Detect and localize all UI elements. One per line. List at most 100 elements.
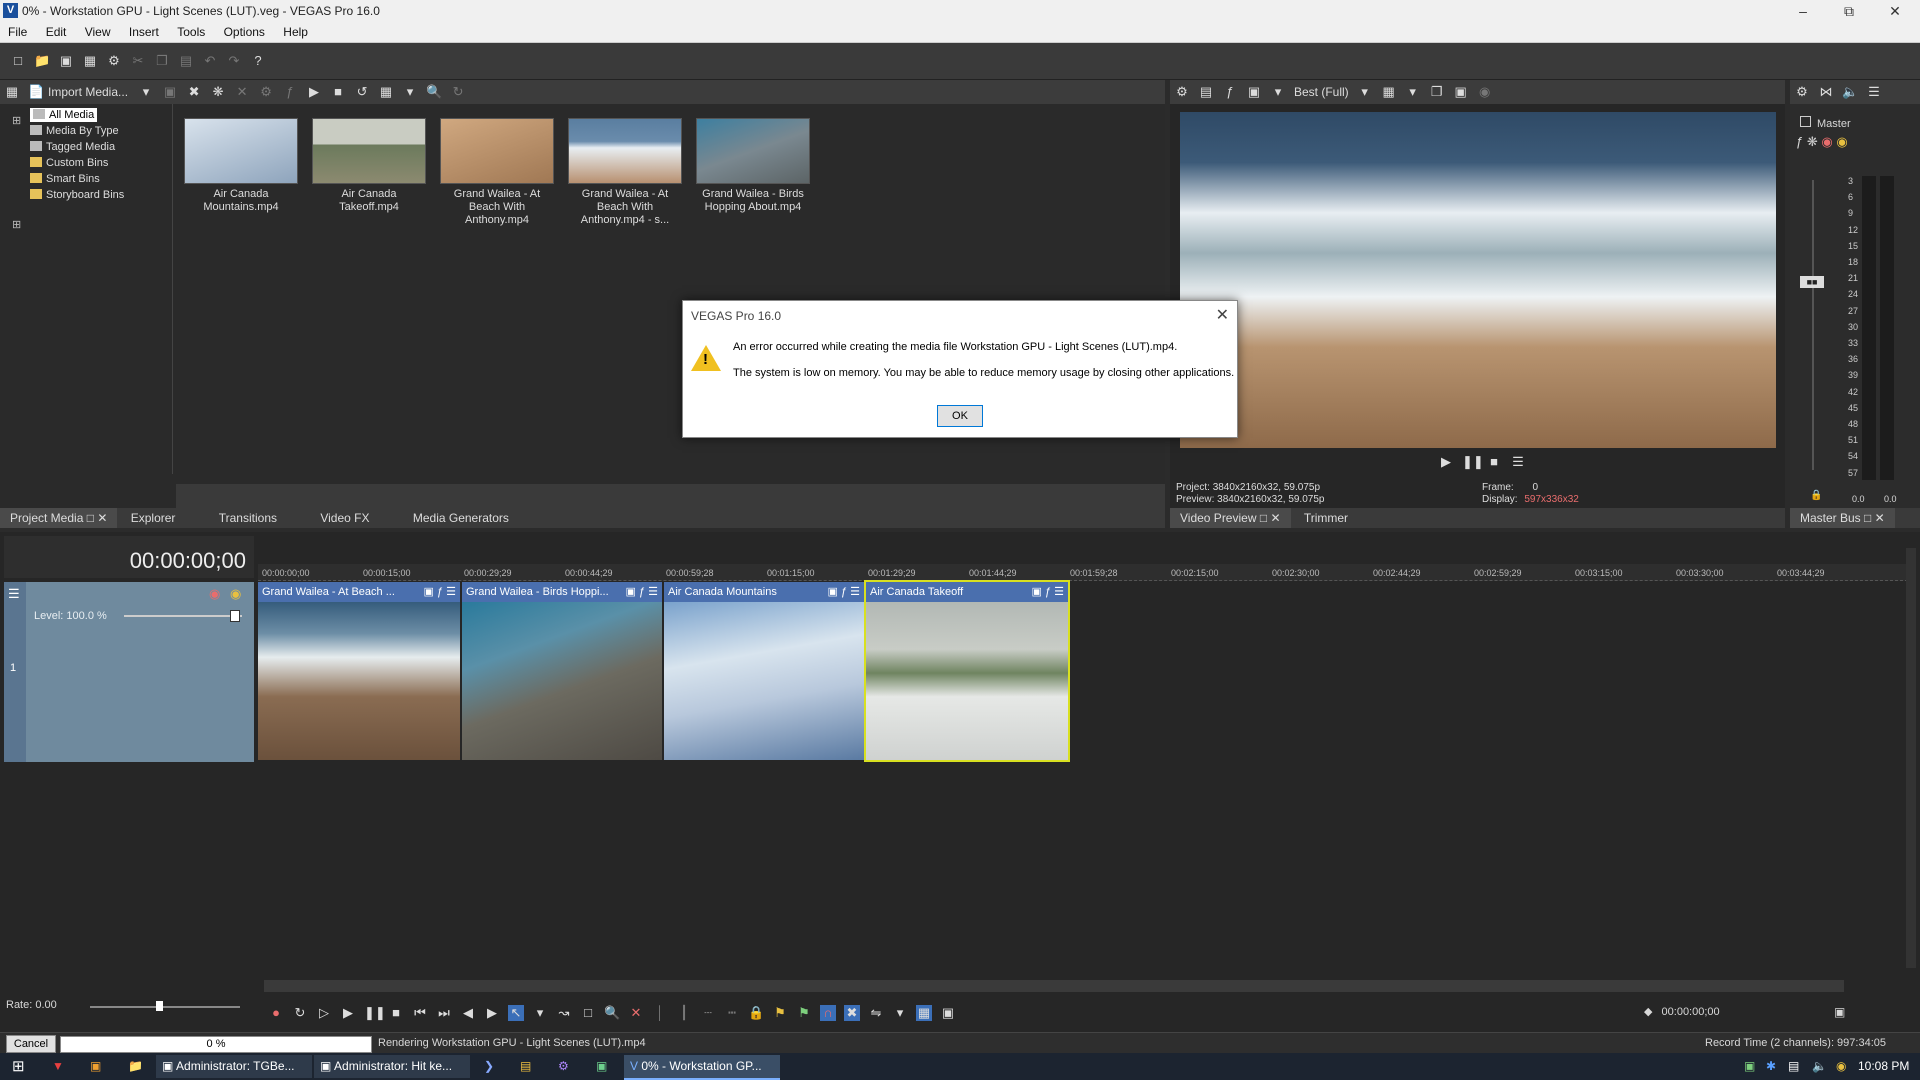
ignore-grouping-icon[interactable]: ▣ [940, 1005, 956, 1021]
cancel-button[interactable]: Cancel [6, 1035, 56, 1053]
normal-edit-tool-icon[interactable]: ↖ [508, 1005, 524, 1021]
tree-expand-icon[interactable]: ⊞ [12, 114, 21, 127]
lock-icon[interactable]: 🔒 [1810, 490, 1822, 501]
app-icon[interactable]: ▣ [84, 1055, 101, 1078]
new-file-icon[interactable]: □ [10, 53, 26, 69]
timeline-clip[interactable]: Grand Wailea - At Beach ... ▣ ƒ ☰ [258, 582, 460, 760]
tab-explorer[interactable]: Explorer [121, 508, 186, 528]
go-to-start-icon[interactable]: ⏮ [412, 1005, 428, 1021]
save-as-icon[interactable]: ▦ [82, 53, 98, 69]
media-thumb[interactable]: Air Canada Takeoff.mp4 [312, 118, 426, 214]
chrome-icon[interactable]: ◉ [1830, 1055, 1846, 1078]
clip-icons[interactable]: ▣ ƒ ☰ [828, 582, 860, 602]
level-slider-track[interactable] [124, 615, 242, 617]
grid-view-icon[interactable]: ▦ [378, 84, 394, 100]
app-icon[interactable]: ▣ [590, 1055, 607, 1078]
tab-transitions[interactable]: Transitions [209, 508, 287, 528]
tab-video-preview[interactable]: Video Preview □ ✕ [1170, 508, 1291, 528]
tree-item-custom-bins[interactable]: Custom Bins [30, 156, 108, 170]
notes-icon[interactable]: ▤ [514, 1055, 531, 1078]
media-scrollbar[interactable] [176, 484, 1165, 508]
taskbar-item[interactable]: ▣ Administrator: Hit ke... [314, 1055, 470, 1078]
search-icon[interactable]: 🔍 [426, 84, 442, 100]
lock-envelopes-icon[interactable]: ▦ [916, 1005, 932, 1021]
clip-icons[interactable]: ▣ ƒ ☰ [1032, 582, 1064, 602]
tab-video-fx[interactable]: Video FX [310, 508, 379, 528]
next-frame-icon[interactable]: ▶ [484, 1005, 500, 1021]
gear-icon[interactable]: ⚙ [1174, 84, 1190, 100]
windows-start-icon[interactable]: ⊞ [6, 1055, 25, 1078]
media-fx-icon[interactable]: ❋ [210, 84, 226, 100]
menu-insert[interactable]: Insert [121, 22, 166, 39]
menu-file[interactable]: File [0, 22, 34, 39]
menu-icon[interactable]: ☰ [8, 586, 20, 602]
selection-tool-icon[interactable]: □ [580, 1005, 596, 1021]
snapping-icon[interactable]: ∩ [820, 1005, 836, 1021]
properties-icon[interactable]: ⚙ [258, 84, 274, 100]
tab-media-generators[interactable]: Media Generators [403, 508, 519, 528]
chevron-down-icon[interactable]: ▾ [1270, 84, 1286, 100]
clip-header[interactable]: Air Canada Takeoff ▣ ƒ ☰ [866, 582, 1068, 602]
split-screen-icon[interactable]: ▤ [1198, 84, 1214, 100]
menu-help[interactable]: Help [275, 22, 315, 39]
tab-master-bus[interactable]: Master Bus □ ✕ [1790, 508, 1895, 528]
timeline-clip[interactable]: Air Canada Mountains ▣ ƒ ☰ [664, 582, 864, 760]
remove-media-icon[interactable]: ✖ [186, 84, 202, 100]
tree-item-tagged-media[interactable]: Tagged Media [30, 140, 115, 154]
external-monitor-icon[interactable]: ▣ [1246, 84, 1262, 100]
plugin-chain-icon[interactable]: ❋ [1807, 134, 1818, 149]
tab-project-media[interactable]: Project Media □ ✕ [0, 508, 118, 528]
split-icon[interactable]: ┃ [676, 1005, 692, 1021]
taskbar-item-vegas[interactable]: V 0% - Workstation GP... [624, 1055, 780, 1080]
trim-icon[interactable]: │ [652, 1005, 668, 1021]
solo-icon[interactable]: ◉ [230, 586, 241, 602]
ok-button[interactable]: OK [937, 405, 983, 427]
play-icon[interactable]: ▶ [340, 1005, 356, 1021]
preview-quality-select[interactable]: Best (Full) [1294, 85, 1349, 99]
checkbox-icon[interactable] [1800, 116, 1811, 127]
clip-header[interactable]: Grand Wailea - Birds Hoppi... ▣ ƒ ☰ [462, 582, 662, 602]
close-icon[interactable]: ✕ [1875, 511, 1885, 525]
gear-icon[interactable]: ⚙ [106, 53, 122, 69]
help-pointer-icon[interactable]: ? [250, 53, 266, 69]
close-icon[interactable]: ✕ [97, 511, 107, 525]
undo-icon[interactable]: ↶ [202, 53, 218, 69]
fx-icon[interactable]: ƒ [282, 84, 298, 100]
stop-icon[interactable]: ■ [1486, 454, 1502, 470]
close-icon[interactable]: ✕ [1872, 0, 1918, 22]
paste-icon[interactable]: ▤ [178, 53, 194, 69]
stop-icon[interactable]: ■ [388, 1005, 404, 1021]
network-icon[interactable]: ▤ [1782, 1055, 1799, 1078]
vertical-scrollbar[interactable] [1906, 548, 1916, 968]
clip-header[interactable]: Grand Wailea - At Beach ... ▣ ƒ ☰ [258, 582, 460, 602]
chevron-down-icon[interactable]: ▾ [138, 84, 154, 100]
chevron-down-icon[interactable]: ▾ [892, 1005, 908, 1021]
prev-frame-icon[interactable]: ◀ [460, 1005, 476, 1021]
nvidia-icon[interactable]: ▣ [1738, 1055, 1755, 1078]
tree-item-all-media[interactable]: All Media [30, 108, 98, 122]
views-icon[interactable]: ▦ [4, 84, 20, 100]
track-header[interactable]: ☰ 1 ◉ ◉ Level: 100.0 % [4, 582, 254, 762]
volume-icon[interactable]: 🔈 [1806, 1055, 1827, 1078]
open-folder-icon[interactable]: 📁 [34, 53, 50, 69]
chevron-down-icon[interactable]: ▾ [532, 1005, 548, 1021]
envelope-tool-icon[interactable]: ↝ [556, 1005, 572, 1021]
stop-icon[interactable]: ■ [330, 84, 346, 100]
auto-crossfade-icon[interactable]: ✖ [844, 1005, 860, 1021]
gear-icon[interactable]: ⚙ [1794, 84, 1810, 100]
clip-header[interactable]: Air Canada Mountains ▣ ƒ ☰ [664, 582, 864, 602]
region-icon[interactable]: ⚑ [796, 1005, 812, 1021]
zoom-tool-icon[interactable]: 🔍 [604, 1005, 620, 1021]
powershell-icon[interactable]: ❯ [478, 1055, 494, 1078]
minimize-icon[interactable]: – [1780, 0, 1826, 22]
ripple-edit-icon[interactable]: ⇋ [868, 1005, 884, 1021]
play-icon[interactable]: ▶ [1438, 454, 1454, 470]
tree-item-storyboard-bins[interactable]: Storyboard Bins [30, 188, 124, 202]
fader-handle[interactable]: ■■ [1800, 276, 1824, 288]
rate-slider-handle[interactable] [156, 1001, 163, 1011]
chevron-down-icon[interactable]: ▾ [402, 84, 418, 100]
record-icon[interactable]: ● [268, 1005, 284, 1021]
trim-end-icon[interactable]: ┅ [724, 1005, 740, 1021]
media-thumb[interactable]: Grand Wailea - At Beach With Anthony.mp4… [568, 118, 682, 227]
record-window-icon[interactable]: ▣ [1834, 1005, 1845, 1019]
